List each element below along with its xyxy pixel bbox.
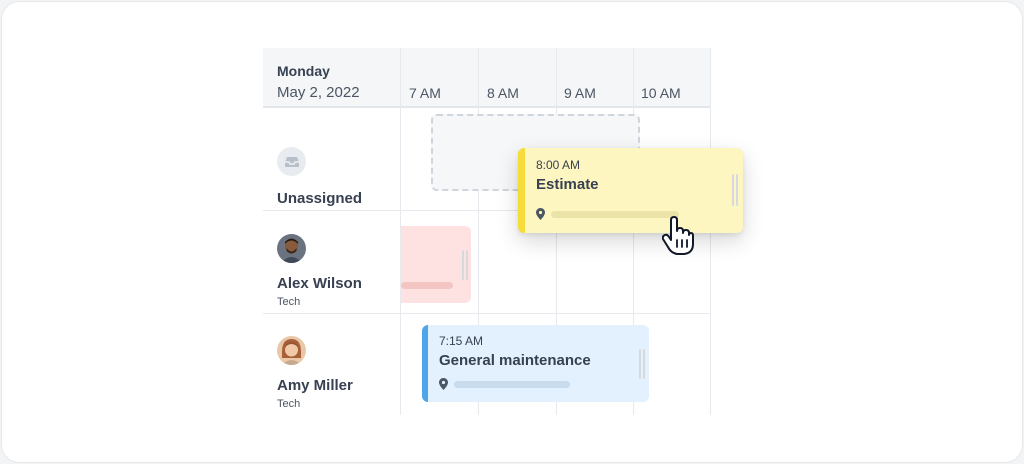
- event-location: [439, 378, 570, 390]
- row-amy-miller[interactable]: Amy Miller Tech: [277, 336, 353, 410]
- row-divider: [263, 313, 711, 314]
- time-column-9am: 9 AM: [564, 85, 596, 101]
- event-time: 8:00 AM: [536, 158, 581, 172]
- row-name: Amy Miller: [277, 377, 353, 394]
- resize-handle[interactable]: [736, 174, 738, 206]
- map-pin-icon: [536, 208, 545, 220]
- row-role: Tech: [277, 296, 301, 308]
- event-time: 7:15 AM: [439, 334, 484, 348]
- row-name: Unassigned: [277, 190, 363, 207]
- time-column-10am: 10 AM: [641, 85, 681, 101]
- resize-handle[interactable]: [643, 349, 645, 379]
- row-unassigned[interactable]: Unassigned: [277, 147, 362, 207]
- map-pin-icon: [439, 378, 448, 390]
- row-alex-wilson[interactable]: Alex Wilson Tech: [277, 234, 362, 308]
- resize-handle[interactable]: [462, 250, 464, 280]
- resize-handle[interactable]: [639, 349, 641, 379]
- header-day: Monday: [277, 63, 330, 79]
- hand-pointer-icon: [661, 216, 694, 261]
- event-title: General maintenance: [439, 352, 591, 369]
- schedule-header: Monday May 2, 2022 7 AM 8 AM 9 AM 10 AM: [263, 48, 711, 108]
- avatar: [277, 336, 306, 365]
- resize-handle[interactable]: [732, 174, 734, 206]
- time-column-8am: 8 AM: [487, 85, 519, 101]
- avatar: [277, 234, 306, 263]
- header-date: Monday May 2, 2022: [277, 63, 360, 101]
- row-role: Tech: [277, 398, 301, 410]
- location-placeholder-bar: [401, 282, 453, 289]
- event-title: Estimate: [536, 176, 599, 193]
- event-card-estimate-dragging[interactable]: 8:00 AM Estimate: [518, 148, 743, 233]
- event-location: [536, 208, 679, 220]
- row-name: Alex Wilson: [277, 275, 362, 292]
- time-column-7am: 7 AM: [409, 85, 441, 101]
- location-placeholder-bar: [454, 380, 570, 388]
- header-full-date: May 2, 2022: [277, 84, 360, 101]
- location-placeholder-bar: [551, 210, 679, 218]
- resize-handle[interactable]: [466, 250, 468, 280]
- inbox-icon: [277, 147, 306, 176]
- event-card-general-maintenance[interactable]: 7:15 AM General maintenance: [422, 325, 649, 402]
- event-card-alex[interactable]: [401, 226, 471, 303]
